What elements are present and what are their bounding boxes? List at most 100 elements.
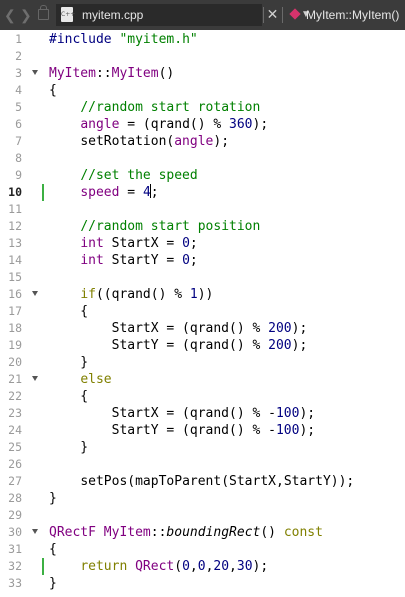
code-line[interactable]: 4{ xyxy=(0,82,405,99)
line-number: 31 xyxy=(8,542,22,556)
code-text: int StartY = 0; xyxy=(80,253,198,268)
code-line[interactable]: 23 StartX = (qrand() % -100); xyxy=(0,405,405,422)
line-number: 15 xyxy=(8,270,22,284)
code-line[interactable]: 18 StartX = (qrand() % 200); xyxy=(0,320,405,337)
fold-marker-icon[interactable] xyxy=(32,529,38,534)
code-line[interactable]: 1 #include "myitem.h" xyxy=(0,31,405,48)
code-line[interactable]: 10 speed = 4; xyxy=(0,184,405,201)
line-number: 33 xyxy=(8,576,22,590)
line-number: 29 xyxy=(8,508,22,522)
code-text: } xyxy=(49,576,57,591)
line-number: 3 xyxy=(15,66,22,80)
code-text: angle = (qrand() % 360); xyxy=(80,117,269,132)
code-text: return QRect(0,0,20,30); xyxy=(80,559,269,574)
fold-marker-icon[interactable] xyxy=(32,291,38,296)
code-line[interactable]: 31 { xyxy=(0,541,405,558)
line-number: 32 xyxy=(8,559,22,573)
code-line[interactable]: 20 } xyxy=(0,354,405,371)
line-number: 25 xyxy=(8,440,22,454)
code-text: { xyxy=(49,542,57,557)
line-number: 26 xyxy=(8,457,22,471)
code-line[interactable]: 13 int StartX = 0; xyxy=(0,235,405,252)
code-line[interactable]: 9 //set the speed xyxy=(0,167,405,184)
code-text: if((qrand() % 1)) xyxy=(80,287,214,302)
close-icon[interactable]: ✕ xyxy=(266,6,279,22)
line-number: 13 xyxy=(8,236,22,250)
code-line[interactable]: 32 return QRect(0,0,20,30); xyxy=(0,558,405,575)
code-line[interactable]: 26 xyxy=(0,456,405,473)
line-number: 7 xyxy=(15,134,22,148)
open-documents-combo[interactable]: C++ myitem.cpp ▼ xyxy=(56,4,311,26)
code-text: { xyxy=(49,389,89,404)
code-line[interactable]: 12 //random start position xyxy=(0,218,405,235)
current-symbol-label[interactable]: MyItem::MyItem() xyxy=(306,7,399,23)
code-line[interactable]: 24 StartY = (qrand() % -100); xyxy=(0,422,405,439)
code-line[interactable]: 16 if((qrand() % 1)) xyxy=(0,286,405,303)
line-number: 11 xyxy=(8,202,22,216)
line-number: 23 xyxy=(8,406,22,420)
line-number: 12 xyxy=(8,219,22,233)
line-number: 8 xyxy=(15,151,22,165)
code-text: StartX = (qrand() % -100); xyxy=(49,406,316,421)
line-number: 27 xyxy=(8,474,22,488)
code-line[interactable]: 6 angle = (qrand() % 360); xyxy=(0,116,405,133)
modified-line-marker xyxy=(42,184,44,201)
code-line[interactable]: 22 { xyxy=(0,388,405,405)
line-number: 30 xyxy=(8,525,22,539)
line-number: 9 xyxy=(15,168,22,182)
line-number: 1 xyxy=(15,32,22,46)
code-line[interactable]: 25 } xyxy=(0,439,405,456)
line-number: 22 xyxy=(8,389,22,403)
code-text: setRotation(angle); xyxy=(80,134,230,149)
code-text: else xyxy=(80,372,112,387)
code-line[interactable]: 5 //random start rotation xyxy=(0,99,405,116)
code-text: } xyxy=(49,491,57,506)
code-line[interactable]: 17 { xyxy=(0,303,405,320)
code-line[interactable]: 27 setPos(mapToParent(StartX,StartY)); xyxy=(0,473,405,490)
code-text: { xyxy=(49,304,89,319)
code-line[interactable]: 14 int StartY = 0; xyxy=(0,252,405,269)
code-line[interactable]: 29 xyxy=(0,507,405,524)
code-line[interactable]: 7 setRotation(angle); xyxy=(0,133,405,150)
line-number: 6 xyxy=(15,117,22,131)
code-line[interactable]: 3 MyItem::MyItem() xyxy=(0,65,405,82)
line-number: 28 xyxy=(8,491,22,505)
fold-marker-icon[interactable] xyxy=(32,70,38,75)
line-number: 5 xyxy=(15,100,22,114)
fold-marker-icon[interactable] xyxy=(32,376,38,381)
code-line[interactable]: 30 QRectF MyItem::boundingRect() const xyxy=(0,524,405,541)
line-number: 18 xyxy=(8,321,22,335)
code-line[interactable]: 21 else xyxy=(0,371,405,388)
chevron-left-icon[interactable]: ❮ xyxy=(4,7,16,23)
line-number: 19 xyxy=(8,338,22,352)
line-number: 2 xyxy=(15,49,22,63)
line-number: 17 xyxy=(8,304,22,318)
code-text: //random start position xyxy=(80,219,261,234)
code-text: QRectF MyItem::boundingRect() const xyxy=(49,525,323,540)
code-line[interactable]: 2 xyxy=(0,48,405,65)
chevron-right-icon[interactable]: ❯ xyxy=(20,7,32,23)
code-text: setPos(mapToParent(StartX,StartY)); xyxy=(80,474,355,489)
code-text: StartX = (qrand() % 200); xyxy=(49,321,308,336)
code-editor[interactable]: 1 #include "myitem.h"23 MyItem::MyItem() 4{… xyxy=(0,30,405,597)
file-name: myitem.cpp xyxy=(82,8,144,22)
code-line[interactable]: 15 xyxy=(0,269,405,286)
toolbar-divider xyxy=(263,7,264,23)
function-symbol-icon xyxy=(289,8,301,20)
lock-icon[interactable] xyxy=(38,5,49,20)
line-number: 14 xyxy=(8,253,22,267)
line-number: 20 xyxy=(8,355,22,369)
line-number: 21 xyxy=(8,372,22,386)
code-line[interactable]: 11 xyxy=(0,201,405,218)
code-text: StartY = (qrand() % 200); xyxy=(49,338,308,353)
code-line[interactable]: 28} xyxy=(0,490,405,507)
line-number: 10 xyxy=(8,185,22,199)
code-text: { xyxy=(49,83,57,98)
code-line[interactable]: 19 StartY = (qrand() % 200); xyxy=(0,337,405,354)
code-text: StartY = (qrand() % -100); xyxy=(49,423,316,438)
code-line[interactable]: 33} xyxy=(0,575,405,592)
code-line[interactable]: 8 xyxy=(0,150,405,167)
editor-toolbar: ❮ ❯ C++ myitem.cpp ▼ ✕ MyItem::MyItem() xyxy=(0,0,405,30)
code-text: //random start rotation xyxy=(80,100,261,115)
code-text: #include "myitem.h" xyxy=(49,32,198,47)
